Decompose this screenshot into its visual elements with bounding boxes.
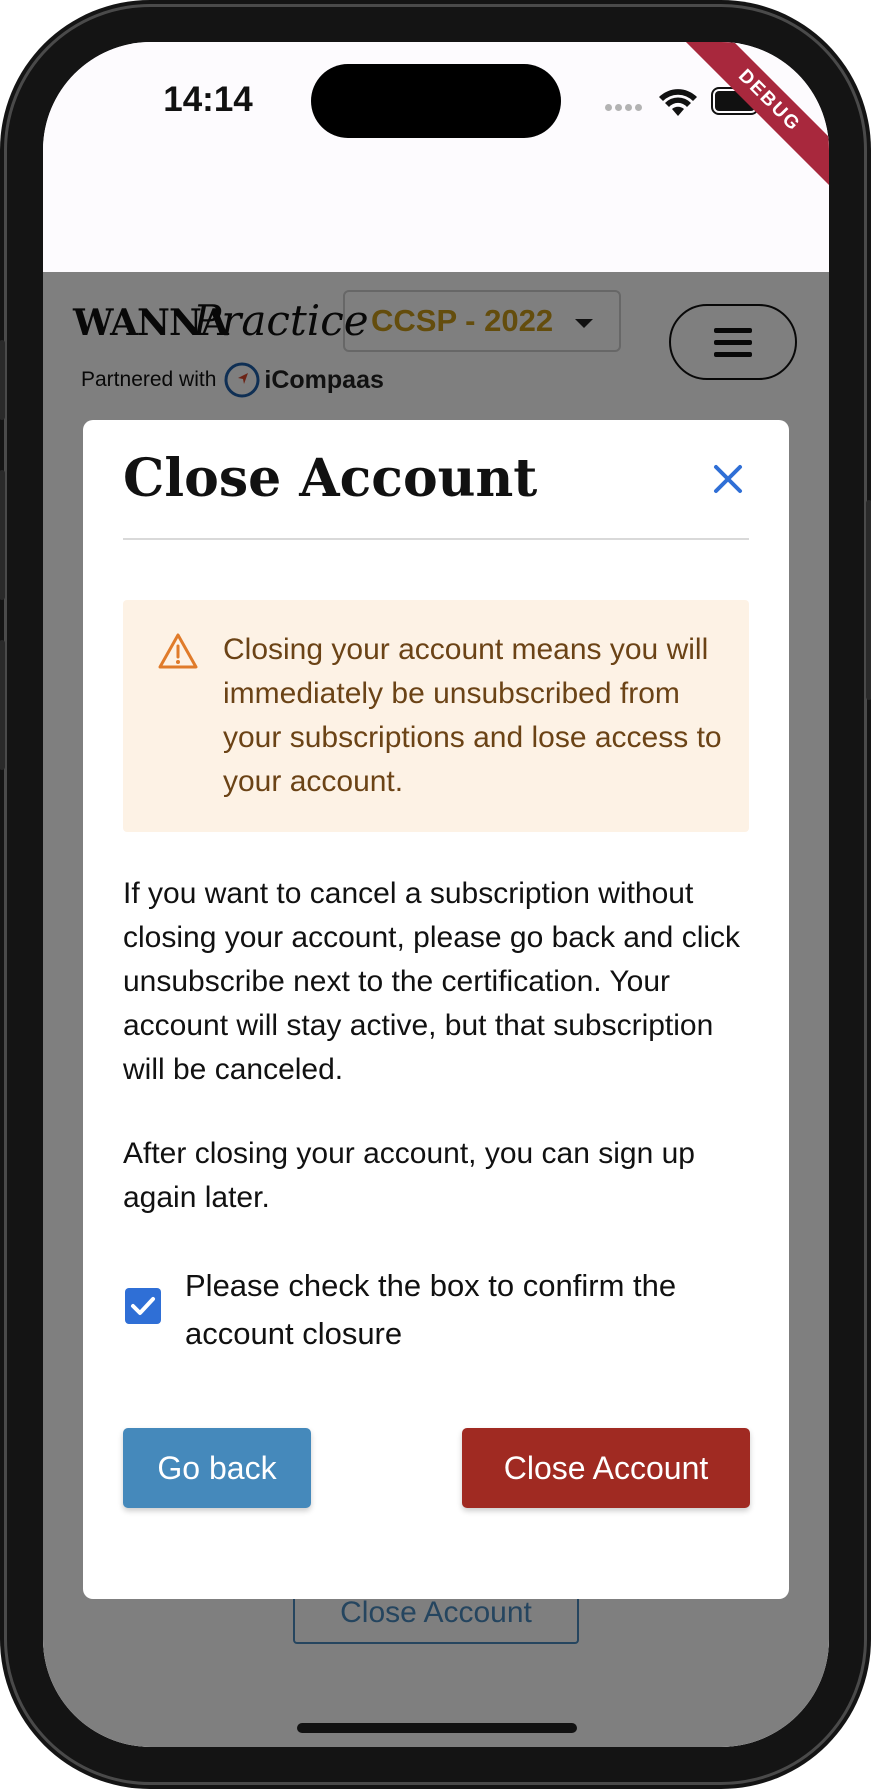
signup-again-paragraph: After closing your account, you can sign… — [123, 1137, 695, 1214]
cellular-signal-icon — [605, 104, 645, 114]
cancel-info-paragraph: If you want to cancel a subscription wit… — [123, 877, 741, 1086]
debug-banner: DEBUG — [672, 42, 829, 198]
silent-switch — [0, 340, 5, 420]
warning-text: Closing your account means you will imme… — [223, 633, 722, 798]
confirm-closure-label[interactable]: Please check the box to confirm the acco… — [185, 1262, 745, 1358]
close-account-dialog: Close Account Closing your account means… — [83, 420, 789, 1599]
volume-up-button — [0, 470, 5, 600]
dialog-title: Close Account — [123, 448, 538, 509]
phone-frame: 14:14 DEBUG WANNA Practice Partnered wit… — [0, 0, 871, 1789]
close-account-button[interactable]: Close Account — [462, 1428, 750, 1508]
dynamic-island — [311, 64, 561, 138]
go-back-button[interactable]: Go back — [123, 1428, 311, 1508]
wifi-icon — [659, 89, 697, 116]
checkmark-icon — [131, 1297, 155, 1315]
home-indicator[interactable] — [297, 1723, 577, 1733]
dialog-divider — [123, 538, 749, 540]
warning-triangle-icon — [158, 633, 198, 669]
confirm-closure-row: Please check the box to confirm the acco… — [123, 1262, 749, 1362]
confirm-closure-checkbox[interactable] — [125, 1288, 161, 1324]
power-button — [866, 500, 871, 700]
volume-down-button — [0, 640, 5, 770]
close-icon[interactable] — [705, 456, 751, 502]
screen: 14:14 DEBUG WANNA Practice Partnered wit… — [43, 42, 829, 1747]
warning-alert: Closing your account means you will imme… — [123, 600, 749, 832]
status-bar: 14:14 DEBUG — [43, 42, 829, 272]
status-time: 14:14 — [163, 80, 253, 119]
